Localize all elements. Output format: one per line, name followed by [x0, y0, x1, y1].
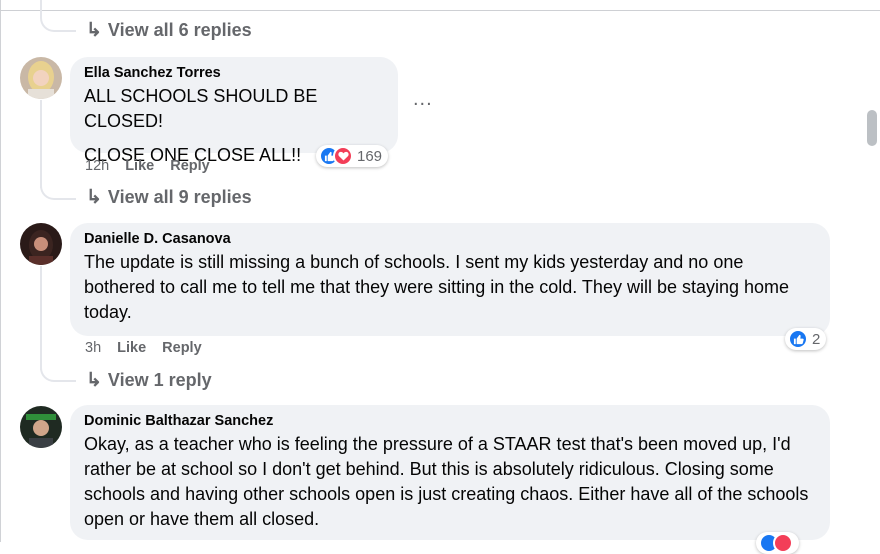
thread-curve: [40, 364, 76, 382]
avatar[interactable]: [20, 223, 62, 265]
comment-author[interactable]: Ella Sanchez Torres: [84, 65, 384, 81]
thread-line: [40, 100, 42, 188]
comment-bubble: Danielle D. Casanova The update is still…: [70, 223, 830, 336]
reaction-count: 169: [357, 147, 383, 165]
comment-bubble: Ella Sanchez Torres ALL SCHOOLS SHOULD B…: [70, 57, 398, 165]
view-replies-link[interactable]: ↳ View 1 reply: [86, 369, 212, 392]
reply-arrow-icon: ↳: [86, 20, 102, 41]
reaction-count: 2: [812, 330, 821, 348]
love-icon: [333, 146, 353, 166]
reaction-summary[interactable]: 2: [785, 328, 827, 350]
thread-line: [40, 266, 42, 370]
like-icon: [788, 329, 808, 349]
comment-text-line: ALL SCHOOLS SHOULD BE CLOSED!: [84, 86, 318, 131]
comment-actions: 12h Like Reply: [85, 158, 210, 174]
top-divider: [0, 10, 880, 11]
reaction-summary[interactable]: 169: [316, 145, 389, 167]
like-button[interactable]: Like: [125, 158, 154, 174]
reply-button[interactable]: Reply: [170, 158, 210, 174]
comment-timestamp[interactable]: 3h: [85, 340, 101, 356]
avatar[interactable]: [20, 406, 62, 448]
view-replies-label: View 1 reply: [107, 370, 212, 390]
view-replies-label: View all 6 replies: [107, 20, 252, 40]
avatar[interactable]: [20, 57, 62, 99]
comment-author[interactable]: Danielle D. Casanova: [84, 231, 816, 247]
reply-arrow-icon: ↳: [86, 187, 102, 208]
reply-button[interactable]: Reply: [162, 340, 202, 356]
scrollbar-thumb[interactable]: [867, 110, 877, 146]
reply-arrow-icon: ↳: [86, 370, 102, 391]
view-replies-link[interactable]: ↳ View all 6 replies: [86, 19, 252, 42]
like-button[interactable]: Like: [117, 340, 146, 356]
page-left-border: [0, 0, 1, 542]
view-replies-label: View all 9 replies: [107, 187, 252, 207]
comment-text: Okay, as a teacher who is feeling the pr…: [84, 434, 809, 529]
comment-actions: 3h Like Reply: [85, 340, 202, 356]
thread-curve: [40, 182, 76, 200]
reaction-summary[interactable]: [756, 532, 799, 554]
comment-timestamp[interactable]: 12h: [85, 158, 109, 174]
comment-bubble: Dominic Balthazar Sanchez Okay, as a tea…: [70, 405, 830, 540]
thread-curve: [40, 14, 76, 32]
comment-author[interactable]: Dominic Balthazar Sanchez: [84, 413, 816, 429]
love-icon: [773, 533, 793, 553]
comment-text: The update is still missing a bunch of s…: [84, 252, 790, 322]
view-replies-link[interactable]: ↳ View all 9 replies: [86, 186, 252, 209]
more-options-icon[interactable]: ...: [413, 88, 433, 111]
